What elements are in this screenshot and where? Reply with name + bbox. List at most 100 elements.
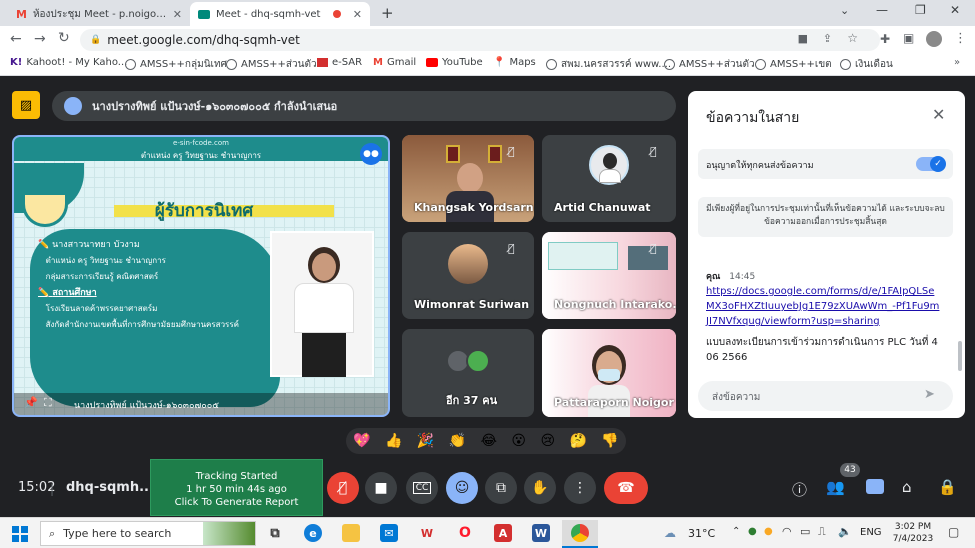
bookmark-item[interactable]: AMSS++ส่วนตัว	[226, 57, 317, 72]
send-icon[interactable]: ➤	[924, 387, 935, 402]
participant-tile[interactable]: Pattaraporn Noigor	[542, 329, 676, 417]
people-icon[interactable]: 👥	[826, 478, 845, 496]
volume-icon[interactable]: 🔈	[838, 525, 852, 538]
bookmark-item[interactable]: สพม.นครสวรรค์ www....	[546, 57, 671, 72]
reaction-surprised-icon[interactable]: 😮	[511, 433, 526, 449]
leave-call-button[interactable]: ☎	[604, 472, 648, 504]
participant-tile[interactable]: 🎙̸ Khangsak Yordsarn	[402, 135, 534, 222]
participant-name: Nongnuch Intarako...	[554, 298, 676, 311]
profile-avatar[interactable]	[926, 31, 942, 47]
share-icon[interactable]: ⇪	[823, 32, 832, 45]
mail-icon[interactable]: ✉	[380, 524, 398, 542]
new-tab-icon[interactable]: +	[381, 4, 394, 22]
hang-up-icon: ☎	[617, 480, 635, 496]
wifi-icon[interactable]: ◠	[782, 525, 792, 538]
reaction-thinking-icon[interactable]: 🤔	[569, 433, 586, 449]
mic-toggle-button[interactable]: 🎙̸	[327, 472, 359, 504]
reaction-thumbsup-icon[interactable]: 👍	[385, 433, 402, 449]
acrobat-icon[interactable]: A	[494, 524, 512, 542]
activities-icon[interactable]: ⌂	[902, 478, 912, 496]
forward-icon[interactable]: →	[34, 31, 46, 47]
message-link[interactable]: https://docs.google.com/forms/d/e/1FAIpQ…	[706, 284, 942, 329]
bookmark-item[interactable]: M Gmail	[373, 57, 416, 68]
host-controls-icon[interactable]: 🔒	[938, 478, 957, 496]
allow-messages-toggle[interactable]: ✓	[916, 156, 946, 172]
tab-gmail[interactable]: M ห้องประชุม Meet - p.noigor@gma ✕	[8, 2, 190, 26]
windows-start-icon[interactable]	[12, 526, 28, 542]
bookmark-item[interactable]: YouTube	[426, 57, 483, 68]
address-bar[interactable]: 🔒 meet.google.com/dhq-sqmh-vet ■ ⇪ ☆	[80, 29, 880, 51]
bookmark-item[interactable]: e-SAR	[317, 57, 362, 68]
notifications-icon[interactable]: ▢	[948, 525, 959, 539]
bookmark-item[interactable]: เงินเดือน	[840, 57, 893, 72]
battery-icon[interactable]: ▭	[800, 525, 810, 538]
participant-count-badge: 43	[840, 463, 860, 477]
bookmark-item[interactable]: AMSS++เขต	[755, 57, 832, 72]
reaction-clap-icon[interactable]: 👏	[449, 433, 466, 449]
chrome-icon[interactable]	[571, 524, 589, 542]
stop-presenting-icon[interactable]: ▨	[12, 91, 40, 119]
bookmark-star-icon[interactable]: ☆	[847, 31, 858, 45]
tray-chevron-icon[interactable]: ⌃	[732, 526, 740, 537]
camera-icon[interactable]: ■	[798, 32, 808, 45]
bookmark-item[interactable]: 📍 Maps	[493, 57, 536, 68]
emoji-icon: ☺	[454, 480, 470, 496]
bookmark-item[interactable]: K! Kahoot! - My Kaho...	[10, 57, 127, 68]
opera-icon[interactable]: O	[456, 524, 474, 542]
taskbar-search-box[interactable]: ⌕ Type here to search	[40, 521, 256, 546]
raise-hand-button[interactable]: ✋	[524, 472, 556, 504]
reaction-thumbsdown-icon[interactable]: 👎	[601, 433, 618, 449]
tray-app-icon[interactable]: ●	[764, 526, 773, 537]
file-explorer-icon[interactable]	[342, 524, 360, 542]
network-icon[interactable]: ⎍	[818, 525, 826, 539]
back-icon[interactable]: ←	[10, 31, 22, 47]
participant-tile[interactable]: 🎙̸ Nongnuch Intarako...	[542, 232, 676, 319]
tray-app-icon[interactable]: ●	[748, 526, 757, 537]
tab-meet[interactable]: Meet - dhq-sqmh-vet ✕	[190, 2, 370, 26]
reaction-party-icon[interactable]: 🎉	[417, 433, 434, 449]
tracking-line: Tracking Started	[195, 471, 278, 482]
participant-tile[interactable]: 🎙̸ Artid Chanuwat	[542, 135, 676, 222]
sidepanel-icon[interactable]: ▣	[903, 31, 914, 45]
tracking-line: 1 hr 50 min 44s ago	[186, 484, 287, 495]
more-participants-tile[interactable]: อีก 37 คน	[402, 329, 534, 417]
pin-icon[interactable]: 📌	[24, 396, 38, 409]
fullscreen-icon[interactable]: ⛶	[44, 396, 52, 410]
presentation-tile[interactable]: e-sin-fcode.com ตำแหน่ง ครู วิทยฐานะ ชำน…	[12, 135, 390, 417]
edge-icon[interactable]: e	[304, 524, 322, 542]
bookmark-item[interactable]: AMSS++กลุ่มนิเทศ	[125, 57, 227, 72]
participant-tile[interactable]: 🎙̸ Wimonrat Suriwan	[402, 232, 534, 319]
taskbar-clock[interactable]: 3:02 PM 7/4/2023	[888, 521, 938, 545]
reaction-heart-icon[interactable]: 💖	[353, 433, 370, 449]
tab-strip: M ห้องประชุม Meet - p.noigor@gma ✕ Meet …	[0, 0, 975, 26]
reaction-laugh-icon[interactable]: 😂	[481, 433, 497, 449]
menu-icon[interactable]: ⋮	[954, 31, 967, 46]
chat-input[interactable]: ส่งข้อความ ➤	[698, 381, 953, 411]
language-indicator[interactable]: ENG	[860, 527, 882, 538]
camera-toggle-button[interactable]: ■	[365, 472, 397, 504]
chat-scrollbar[interactable]	[958, 341, 962, 371]
close-chat-icon[interactable]: ✕	[932, 105, 945, 124]
wps-icon[interactable]: W	[418, 524, 436, 542]
participant-name: Wimonrat Suriwan	[414, 298, 530, 311]
close-window-icon[interactable]: ✕	[950, 3, 960, 17]
tab-search-icon[interactable]: ⌄	[840, 4, 849, 17]
word-icon[interactable]: W	[532, 524, 550, 542]
tracking-report-button[interactable]: Tracking Started 1 hr 50 min 44s ago Cli…	[150, 459, 323, 516]
chat-icon[interactable]	[866, 479, 884, 494]
minimize-icon[interactable]: —	[876, 3, 888, 17]
captions-button[interactable]: CC	[406, 472, 438, 504]
reactions-button[interactable]: ☺	[446, 472, 478, 504]
meeting-info-icon[interactable]: ⓘ	[792, 479, 807, 500]
reaction-sad-icon[interactable]: 😢	[540, 433, 555, 449]
close-tab-icon[interactable]: ✕	[173, 8, 182, 21]
reload-icon[interactable]: ↻	[58, 30, 70, 46]
close-tab-icon[interactable]: ✕	[353, 8, 362, 21]
restore-icon[interactable]: ❐	[915, 3, 926, 17]
extensions-icon[interactable]: ✚	[880, 32, 890, 46]
more-bookmarks-icon[interactable]: »	[954, 57, 960, 68]
present-button[interactable]: ⧉	[485, 472, 517, 504]
more-options-button[interactable]: ⋮	[564, 472, 596, 504]
task-view-icon[interactable]: ⧉	[266, 524, 284, 542]
bookmark-item[interactable]: AMSS++ส่วนตัว	[664, 57, 755, 72]
